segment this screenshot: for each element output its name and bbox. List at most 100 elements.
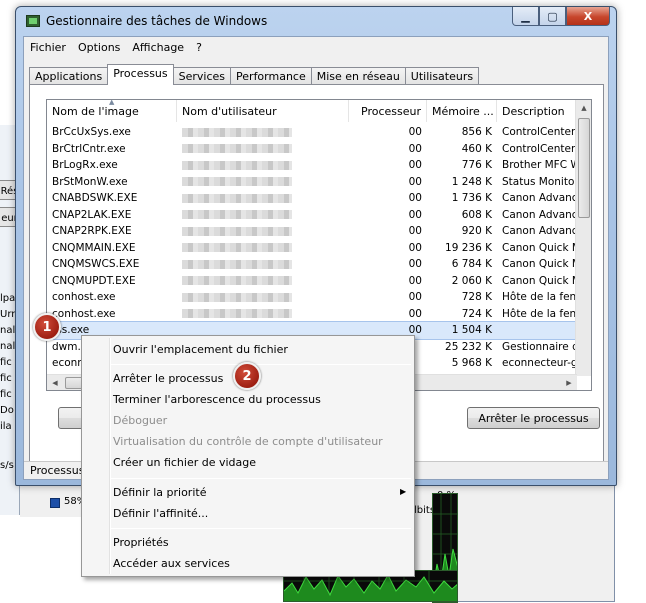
cell-image-name: BrStMonW.exe	[52, 175, 128, 188]
menu-open-file-location[interactable]: Ouvrir l'emplacement du fichier	[113, 343, 288, 356]
menu-view[interactable]: Affichage	[126, 37, 190, 57]
task-manager-icon	[26, 15, 40, 27]
cell-image-name: BrCcUxSys.exe	[52, 126, 131, 139]
cell-image-name: BrCtrlCntr.exe	[52, 142, 126, 155]
cell-cpu: 00	[408, 307, 422, 320]
menu-go-to-services[interactable]: Accéder aux services	[113, 557, 230, 570]
cell-user-name	[177, 209, 349, 221]
menu-properties[interactable]: Propriétés	[113, 536, 169, 549]
tab-services[interactable]: Services	[172, 67, 232, 85]
tab-networking[interactable]: Mise en réseau	[310, 67, 406, 85]
menu-uac-virtualization: Virtualisation du contrôle de compte d'u…	[113, 435, 383, 448]
redacted-username	[182, 193, 292, 203]
step-marker-2: 2	[233, 362, 261, 390]
cpu-usage-indicator	[50, 498, 60, 508]
cell-description: ControlCenter U	[502, 126, 577, 139]
cell-memory: 1 504 K	[451, 324, 492, 337]
cell-cpu: 00	[408, 142, 422, 155]
cell-description: Canon Quick Me	[502, 274, 577, 287]
cell-description: ControlCenter U	[502, 142, 577, 155]
redacted-username	[182, 309, 292, 319]
table-row[interactable]: CNQMSWCS.EXE 00 6 784 K Canon Quick Me	[47, 256, 577, 273]
window-title: Gestionnaire des tâches de Windows	[46, 14, 268, 28]
table-row[interactable]: CNAP2LAK.EXE 00 608 K Canon Advance	[47, 207, 577, 224]
redacted-username	[182, 276, 292, 286]
vertical-scrollbar[interactable]: ▲	[575, 100, 591, 376]
table-row[interactable]: BrCtrlCntr.exe 00 460 K ControlCenter U	[47, 141, 577, 158]
table-row[interactable]: conhost.exe 00 728 K Hôte de la fenê	[47, 289, 577, 306]
cell-user-name	[177, 275, 349, 287]
end-process-button[interactable]: Arrêter le processus	[467, 407, 600, 429]
redacted-username	[182, 160, 292, 170]
tab-processes[interactable]: Processus	[107, 64, 174, 85]
cell-image-name: CNABDSWK.EXE	[52, 192, 138, 205]
cell-cpu: 00	[408, 192, 422, 205]
table-row[interactable]: CNQMMAIN.EXE 00 19 236 K Canon Quick Me	[47, 240, 577, 257]
redacted-username	[182, 243, 292, 253]
redacted-username	[182, 144, 292, 154]
menu-set-priority[interactable]: Définir la priorité	[113, 486, 206, 499]
tab-performance[interactable]: Performance	[230, 67, 312, 85]
column-memory[interactable]: Mémoire ...	[427, 100, 497, 122]
redacted-username	[182, 259, 292, 269]
sort-up-icon: ▲	[109, 100, 115, 106]
scroll-right-icon[interactable]: ▶	[561, 375, 577, 390]
menu-end-process[interactable]: Arrêter le processus	[113, 372, 223, 385]
cell-description: Canon Quick Me	[502, 241, 577, 254]
cell-description: econnecteur-gu	[502, 357, 577, 370]
table-row[interactable]: CNQMUPDT.EXE 00 2 060 K Canon Quick Me	[47, 273, 577, 290]
redacted-username	[182, 210, 292, 220]
redacted-username	[182, 292, 292, 302]
cell-cpu: 00	[408, 225, 422, 238]
cell-image-name: CNQMMAIN.EXE	[52, 241, 136, 254]
menu-set-affinity[interactable]: Définir l'affinité...	[113, 507, 208, 520]
maximize-button[interactable]: ▢	[539, 7, 566, 26]
scrollbar-thumb[interactable]	[578, 118, 590, 218]
scroll-up-icon[interactable]: ▲	[576, 100, 591, 116]
tab-applications[interactable]: Applications	[29, 67, 109, 85]
tab-users[interactable]: Utilisateurs	[404, 67, 480, 85]
menu-file[interactable]: Fichier	[24, 37, 72, 57]
cell-cpu: 00	[408, 258, 422, 271]
cell-image-name: CNAP2LAK.EXE	[52, 208, 132, 221]
cell-user-name	[177, 308, 349, 320]
minimize-button[interactable]: ▁	[512, 7, 539, 26]
menu-help[interactable]: ?	[190, 37, 208, 57]
table-row[interactable]: conhost.exe 00 724 K Hôte de la fenê	[47, 306, 577, 323]
cell-memory: 19 236 K	[445, 241, 492, 254]
bg-fragment: ila	[0, 421, 12, 432]
cell-cpu: 00	[408, 175, 422, 188]
cell-memory: 1 736 K	[451, 192, 492, 205]
table-row[interactable]: BrStMonW.exe 00 1 248 K Status Monitor A	[47, 174, 577, 191]
menu-separator	[111, 478, 411, 479]
close-button[interactable]: X	[566, 7, 610, 26]
menu-options[interactable]: Options	[72, 37, 126, 57]
cell-image-name: BrLogRx.exe	[52, 159, 118, 172]
table-row[interactable]: BrCcUxSys.exe 00 856 K ControlCenter U	[47, 124, 577, 141]
redacted-username	[182, 177, 292, 187]
caption-buttons: ▁ ▢ X	[512, 7, 610, 27]
column-cpu[interactable]: Processeur	[349, 100, 427, 122]
column-image-name[interactable]: ▲ Nom de l'image	[47, 100, 177, 122]
cell-memory: 724 K	[461, 307, 492, 320]
cell-cpu: 00	[408, 208, 422, 221]
cell-memory: 776 K	[461, 159, 492, 172]
menu-create-dump-file[interactable]: Créer un fichier de vidage	[113, 456, 256, 469]
cell-description: Hôte de la fenê	[502, 291, 577, 304]
cell-user-name	[177, 126, 349, 138]
menu-separator	[111, 528, 411, 529]
table-row[interactable]: BrLogRx.exe 00 776 K Brother MFC Wi	[47, 157, 577, 174]
cell-image-name: CNQMUPDT.EXE	[52, 274, 136, 287]
bg-fragment: nal	[0, 341, 16, 352]
scroll-left-icon[interactable]: ◀	[47, 375, 63, 390]
title-bar[interactable]: Gestionnaire des tâches de Windows ▁ ▢ X	[16, 7, 616, 35]
column-image-name-label: Nom de l'image	[52, 105, 139, 118]
cell-cpu: 00	[408, 159, 422, 172]
menu-end-process-tree[interactable]: Terminer l'arborescence du processus	[113, 393, 321, 406]
column-description[interactable]: Description	[497, 100, 577, 122]
table-row[interactable]: CNAP2RPK.EXE 00 920 K Canon Advance	[47, 223, 577, 240]
bg-fragment: Do	[0, 405, 14, 416]
cell-memory: 2 060 K	[451, 274, 492, 287]
table-row[interactable]: CNABDSWK.EXE 00 1 736 K Canon Advance	[47, 190, 577, 207]
column-user-name[interactable]: Nom d'utilisateur	[177, 100, 349, 122]
